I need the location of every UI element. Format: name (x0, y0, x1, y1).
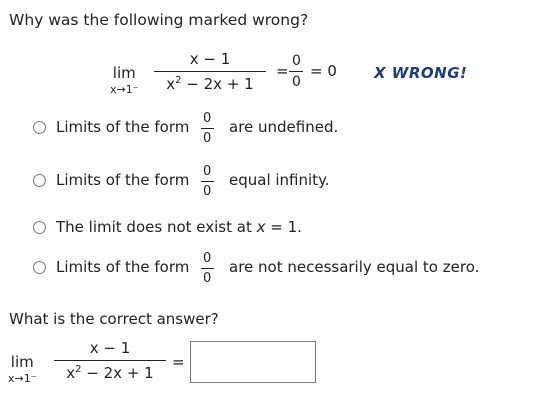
answer-denominator: x2 − 2x + 1 (66, 364, 154, 382)
option-1-fraction: 0 0 (200, 112, 214, 145)
result-denominator: 0 (292, 74, 301, 90)
answer-limit-expression: lim x→1⁻ (8, 353, 37, 385)
limit-subscript: x→1⁻ (110, 83, 139, 96)
option-1-text: Limits of the form (56, 118, 190, 136)
option-2-suffix: equal infinity. (229, 171, 330, 189)
answer-fraction: x − 1 x2 − 2x + 1 (54, 341, 166, 381)
fraction-numerator: x − 1 (189, 50, 231, 68)
option-4-text: Limits of the form (56, 258, 190, 276)
equals-sign: = (276, 62, 289, 80)
answer-input[interactable] (190, 341, 316, 383)
equals-zero: = 0 (310, 62, 337, 80)
answer-limit-subscript: x→1⁻ (8, 372, 37, 385)
limit-fraction: x − 1 x2 − 2x + 1 (154, 52, 266, 92)
option-1-radio[interactable] (33, 121, 46, 134)
option-2-fraction: 0 0 (200, 165, 214, 198)
answer-equals-sign: = (172, 353, 185, 371)
limit-word: lim (112, 64, 136, 82)
result-numerator: 0 (292, 53, 301, 69)
answer-numerator: x − 1 (89, 339, 131, 357)
option-2-text: Limits of the form (56, 171, 190, 189)
result-fraction: 0 0 (289, 54, 304, 89)
limit-expression: lim x→1⁻ (110, 64, 139, 96)
option-2-radio[interactable] (33, 174, 46, 187)
option-1-suffix: are undefined. (229, 118, 339, 136)
answer-limit-word: lim (10, 353, 34, 371)
option-4-suffix: are not necessarily equal to zero. (229, 258, 480, 276)
fraction-denominator: x2 − 2x + 1 (166, 75, 254, 93)
correct-answer-prompt: What is the correct answer? (9, 310, 219, 328)
wrong-indicator: X WRONG! (374, 64, 468, 82)
option-3-radio[interactable] (33, 221, 46, 234)
option-4-radio[interactable] (33, 261, 46, 274)
question-title: Why was the following marked wrong? (9, 11, 309, 29)
option-4-fraction: 0 0 (200, 252, 214, 285)
option-3-text: The limit does not exist at x = 1. (56, 218, 302, 236)
